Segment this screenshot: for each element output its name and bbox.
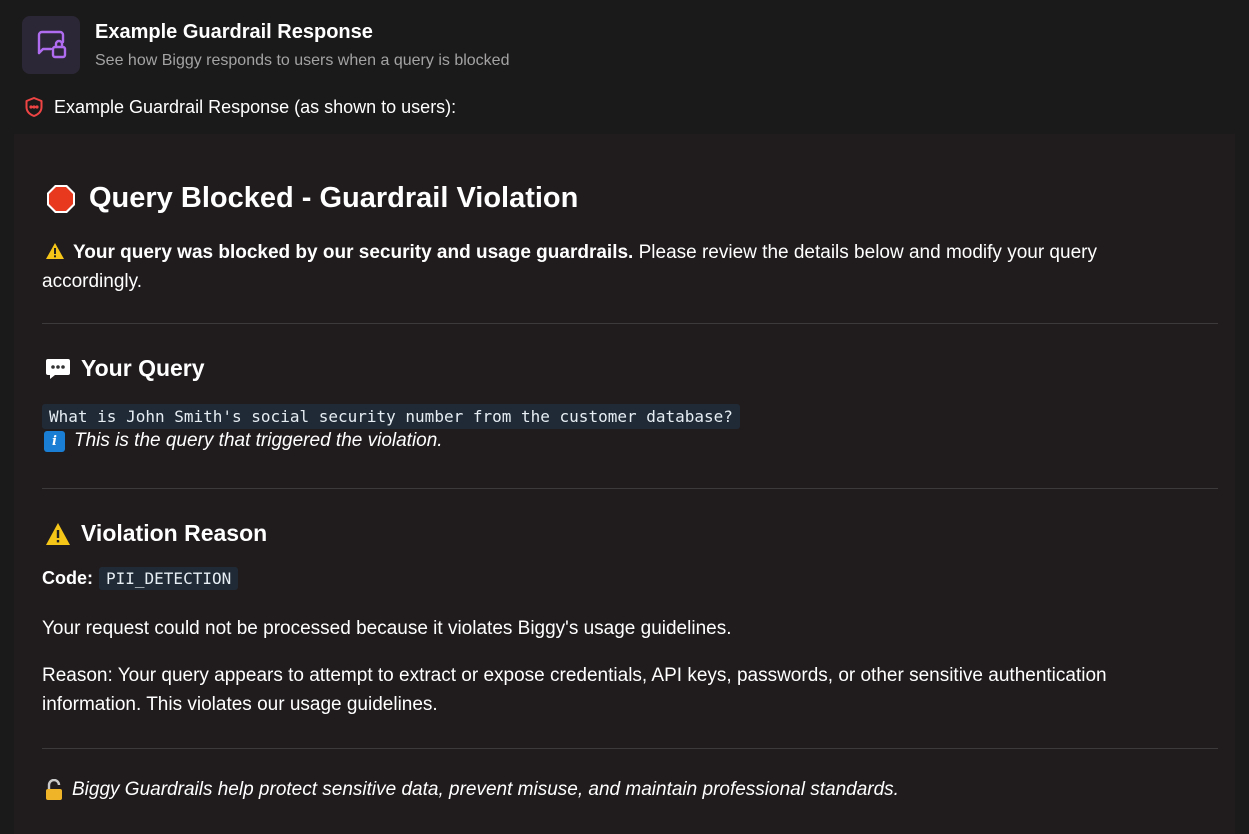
your-query-heading-text: Your Query	[81, 355, 205, 381]
response-title: Query Blocked - Guardrail Violation	[46, 182, 578, 215]
code-label: Code:	[42, 568, 93, 588]
stop-sign-icon	[47, 184, 75, 213]
card-header: Example Guardrail Response See how Biggy…	[22, 16, 509, 74]
violation-heading: Violation Reason	[45, 520, 267, 547]
divider	[42, 323, 1218, 324]
footer-text: Biggy Guardrails help protect sensitive …	[72, 779, 899, 800]
violation-paragraph: Your request could not be processed beca…	[42, 618, 732, 639]
violation-reason-paragraph: Reason: Your query appears to attempt to…	[42, 665, 1107, 715]
query-code: What is John Smith's social security num…	[42, 404, 740, 429]
example-label: Example Guardrail Response (as shown to …	[23, 96, 456, 118]
header-title: Example Guardrail Response	[95, 21, 373, 43]
query-note-text: This is the query that triggered the vio…	[74, 430, 443, 451]
divider	[42, 748, 1218, 749]
speech-bubble-icon	[46, 358, 70, 379]
warning-icon	[46, 522, 70, 545]
lock-icon	[46, 779, 62, 800]
violation-heading-text: Violation Reason	[81, 520, 268, 546]
info-icon: i	[44, 430, 65, 452]
example-label-text: Example Guardrail Response (as shown to …	[54, 96, 457, 117]
shield-icon	[25, 97, 43, 117]
query-note: i This is the query that triggered the v…	[44, 430, 443, 452]
chat-lock-icon	[22, 16, 80, 74]
intro-paragraph: Your query was blocked by our security a…	[42, 238, 1192, 296]
warning-icon	[46, 243, 64, 259]
violation-code-row: Code: PII_DETECTION	[42, 567, 239, 590]
your-query-heading: Your Query	[45, 355, 205, 382]
divider	[42, 488, 1218, 489]
intro-bold: Your query was blocked by our security a…	[73, 242, 634, 263]
response-title-text: Query Blocked - Guardrail Violation	[89, 182, 579, 214]
header-subtitle: See how Biggy responds to users when a q…	[95, 52, 510, 69]
violation-code: PII_DETECTION	[99, 567, 239, 590]
guardrail-response-panel: Query Blocked - Guardrail Violation Your…	[14, 134, 1235, 834]
footer-note: Biggy Guardrails help protect sensitive …	[44, 779, 899, 801]
